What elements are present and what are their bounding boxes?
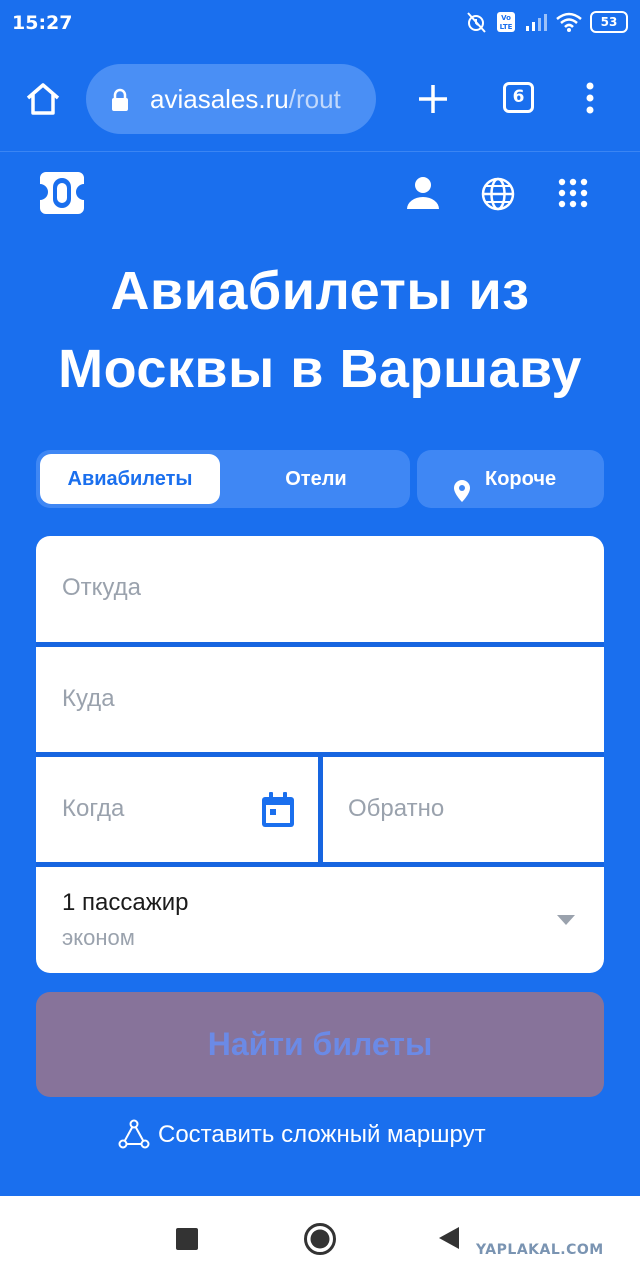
page-title: Авиабилеты из Москвы в Варшаву bbox=[0, 252, 640, 408]
home-icon bbox=[26, 83, 60, 115]
new-tab-button[interactable] bbox=[414, 80, 452, 123]
language-button[interactable] bbox=[480, 176, 516, 217]
more-vertical-icon bbox=[586, 82, 594, 114]
user-icon bbox=[407, 177, 439, 209]
return-date-placeholder: Обратно bbox=[348, 795, 445, 822]
title-line-1: Авиабилеты из bbox=[110, 261, 530, 321]
alarm-off-icon bbox=[464, 10, 488, 34]
depart-date-placeholder: Когда bbox=[62, 795, 125, 822]
search-form: Откуда Куда Когда Обратно 1 пассажир эко… bbox=[36, 536, 604, 973]
tab-short[interactable]: Короче bbox=[417, 450, 604, 508]
services-menu-button[interactable] bbox=[558, 178, 588, 213]
origin-placeholder: Откуда bbox=[62, 574, 141, 601]
battery-indicator: 53 bbox=[590, 11, 628, 33]
depart-date-field[interactable]: Когда bbox=[36, 757, 318, 862]
system-home-button[interactable] bbox=[303, 1222, 337, 1261]
status-bar: 15:27 Vo LTE 53 bbox=[0, 0, 640, 48]
tab-short-label: Короче bbox=[485, 468, 557, 490]
tab-flights[interactable]: Авиабилеты bbox=[40, 454, 220, 504]
browser-toolbar: aviasales.ru/rout 6 bbox=[0, 48, 640, 152]
title-line-2: Москвы в Варшаву bbox=[58, 339, 582, 399]
globe-icon bbox=[481, 177, 515, 211]
tab-hotels[interactable]: Отели bbox=[226, 454, 406, 504]
profile-button[interactable] bbox=[404, 174, 442, 217]
svg-text:LTE: LTE bbox=[500, 23, 513, 31]
url-domain: aviasales.ru bbox=[150, 84, 289, 114]
complex-route-link[interactable]: Составить сложный маршрут bbox=[0, 1115, 640, 1155]
system-navigation-bar: YAPLAKAL.COM bbox=[0, 1196, 640, 1280]
wifi-icon bbox=[556, 12, 582, 32]
passengers-field[interactable]: 1 пассажир эконом bbox=[36, 867, 604, 973]
location-pin-icon bbox=[452, 468, 472, 526]
recents-button[interactable] bbox=[176, 1228, 198, 1250]
destination-field[interactable]: Куда bbox=[36, 647, 604, 752]
logo-icon bbox=[40, 172, 84, 214]
lte-icon: Vo LTE bbox=[496, 11, 516, 33]
calendar-icon[interactable] bbox=[260, 791, 296, 834]
watermark: YAPLAKAL.COM bbox=[476, 1242, 604, 1258]
tab-switcher-button[interactable]: 6 bbox=[503, 82, 534, 113]
status-icons: Vo LTE 53 bbox=[464, 10, 628, 34]
home-button[interactable] bbox=[22, 78, 64, 120]
aviasales-logo[interactable] bbox=[38, 170, 86, 216]
return-date-field[interactable]: Обратно bbox=[323, 757, 604, 862]
back-button[interactable] bbox=[438, 1226, 460, 1255]
browser-menu-button[interactable] bbox=[580, 82, 600, 114]
url-path: /rout bbox=[288, 84, 341, 114]
status-time: 15:27 bbox=[12, 12, 73, 34]
route-icon bbox=[118, 1119, 150, 1156]
back-triangle-icon bbox=[439, 1227, 459, 1249]
product-tabs: Авиабилеты Отели bbox=[36, 450, 410, 508]
circle-home-icon bbox=[304, 1223, 336, 1255]
passengers-count: 1 пассажир bbox=[62, 889, 189, 916]
chevron-down-icon bbox=[556, 913, 576, 931]
signal-icon bbox=[524, 12, 548, 32]
plus-icon bbox=[419, 85, 447, 113]
search-button[interactable]: Найти билеты bbox=[36, 992, 604, 1097]
svg-text:Vo: Vo bbox=[501, 14, 511, 22]
cabin-class: эконом bbox=[62, 925, 135, 950]
address-bar[interactable]: aviasales.ru/rout bbox=[86, 64, 376, 134]
apps-grid-icon bbox=[558, 178, 588, 208]
complex-route-label: Составить сложный маршрут bbox=[158, 1121, 486, 1148]
destination-placeholder: Куда bbox=[62, 685, 115, 712]
origin-field[interactable]: Откуда bbox=[36, 536, 604, 642]
lock-icon bbox=[110, 88, 130, 117]
page-content: Авиабилеты из Москвы в Варшаву Авиабилет… bbox=[0, 152, 640, 1196]
url-text: aviasales.ru/rout bbox=[150, 84, 370, 115]
